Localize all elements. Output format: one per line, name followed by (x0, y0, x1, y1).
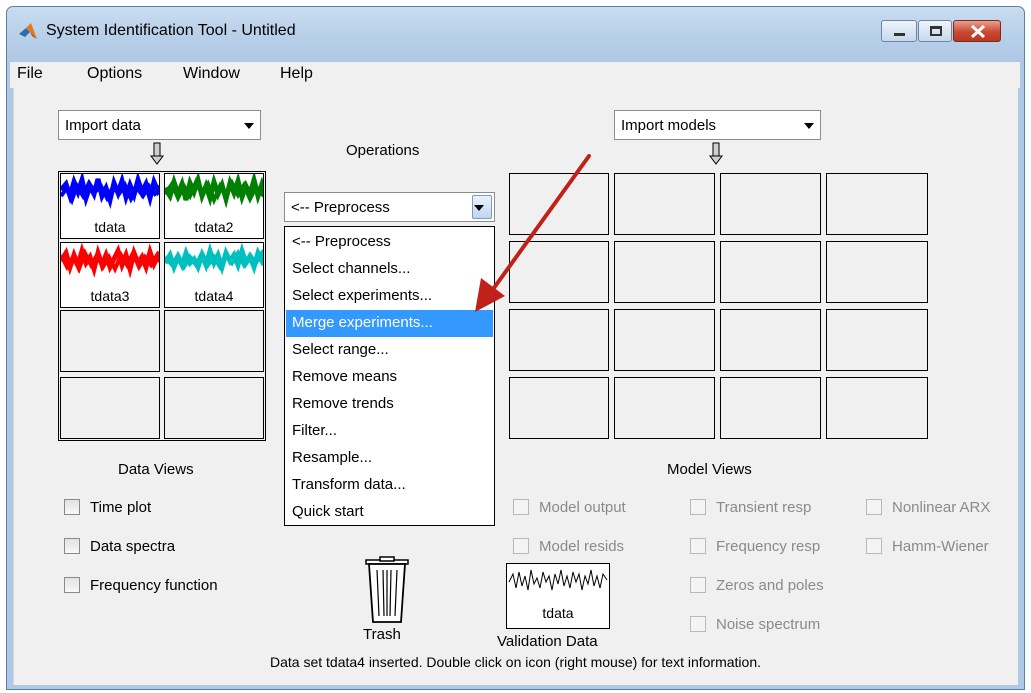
model-slot[interactable] (614, 309, 715, 371)
trash-label: Trash (363, 626, 401, 643)
data-slot[interactable] (60, 310, 160, 372)
operations-item[interactable]: Filter... (286, 418, 493, 445)
signal-plot-icon (61, 243, 159, 279)
noise-spectrum-checkbox[interactable] (690, 616, 706, 632)
close-icon (970, 25, 986, 38)
validation-data-slot[interactable]: tdata (506, 563, 610, 629)
zeros-poles-checkbox[interactable] (690, 577, 706, 593)
menu-bar (10, 62, 1020, 88)
model-slot[interactable] (720, 309, 821, 371)
signal-plot-icon (508, 569, 608, 591)
frequency-resp-label: Frequency resp (716, 538, 821, 555)
model-slot[interactable] (826, 241, 928, 303)
window-title: System Identification Tool - Untitled (46, 22, 296, 39)
model-slot[interactable] (614, 241, 715, 303)
signal-plot-icon (61, 174, 159, 210)
model-slot[interactable] (720, 241, 821, 303)
menu-file[interactable]: File (17, 65, 43, 83)
import-data-select[interactable]: Import data (58, 110, 261, 140)
menu-help[interactable]: Help (280, 65, 313, 83)
minimize-icon (894, 33, 905, 36)
validation-data-label: Validation Data (497, 633, 598, 650)
data-spectra-label: Data spectra (90, 538, 176, 555)
operations-title: Operations (346, 142, 420, 159)
model-slot[interactable] (720, 173, 821, 235)
data-icon-label: tdata2 (194, 219, 234, 235)
minimize-button[interactable] (881, 20, 917, 42)
menu-window[interactable]: Window (183, 65, 240, 83)
noise-spectrum-label: Noise spectrum (716, 616, 821, 633)
validation-data-name: tdata (542, 605, 574, 621)
operations-selected-label: <-- Preprocess (291, 199, 390, 216)
time-plot-label: Time plot (90, 499, 152, 516)
import-data-label: Import data (65, 117, 141, 134)
model-resids-label: Model resids (539, 538, 625, 555)
hamm-wiener-label: Hamm-Wiener (892, 538, 989, 555)
operations-item[interactable]: Remove trends (286, 391, 493, 418)
import-data-arrow-icon (150, 142, 164, 165)
model-output-label: Model output (539, 499, 626, 516)
model-resids-checkbox[interactable] (513, 538, 529, 554)
data-views-title: Data Views (118, 461, 194, 478)
menu-options[interactable]: Options (87, 65, 142, 83)
model-slot[interactable] (826, 309, 928, 371)
frequency-resp-checkbox[interactable] (690, 538, 706, 554)
chevron-down-icon (244, 123, 254, 129)
model-output-checkbox[interactable] (513, 499, 529, 515)
transient-resp-label: Transient resp (716, 499, 812, 516)
data-icon-tdata2[interactable]: tdata2 (164, 173, 264, 239)
transient-resp-checkbox[interactable] (690, 499, 706, 515)
model-slot[interactable] (509, 377, 609, 439)
data-icon-tdata4[interactable]: tdata4 (164, 242, 264, 308)
nonlinear-arx-label: Nonlinear ARX (892, 499, 991, 516)
operations-item[interactable]: Remove means (286, 364, 493, 391)
data-icon-label: tdata (94, 219, 126, 235)
model-slot[interactable] (826, 173, 928, 235)
operations-item[interactable]: Resample... (286, 445, 493, 472)
hamm-wiener-checkbox[interactable] (866, 538, 882, 554)
import-models-arrow-icon (709, 142, 723, 165)
zeros-poles-label: Zeros and poles (716, 577, 824, 594)
matlab-logo-icon (18, 22, 38, 42)
time-plot-checkbox[interactable] (64, 499, 80, 515)
model-views-title: Model Views (667, 461, 752, 478)
signal-plot-icon (165, 243, 263, 276)
data-icon-label: tdata4 (194, 288, 234, 304)
status-text: Data set tdata4 inserted. Double click o… (269, 654, 761, 670)
data-icon-label: tdata3 (90, 288, 130, 304)
chevron-down-icon (804, 123, 814, 129)
annotation-arrow-icon (475, 154, 591, 312)
maximize-icon (930, 26, 942, 36)
model-slot[interactable] (826, 377, 928, 439)
data-slot[interactable] (60, 377, 160, 439)
trash-icon[interactable] (364, 556, 410, 626)
model-slot[interactable] (614, 173, 715, 235)
data-icon-tdata3[interactable]: tdata3 (60, 242, 160, 308)
signal-plot-icon (165, 174, 263, 209)
data-slot[interactable] (164, 377, 264, 439)
data-spectra-checkbox[interactable] (64, 538, 80, 554)
operations-item[interactable]: Select range... (286, 337, 493, 364)
model-slot[interactable] (614, 377, 715, 439)
frequency-function-label: Frequency function (90, 577, 218, 594)
data-slot[interactable] (164, 310, 264, 372)
maximize-button[interactable] (918, 20, 952, 42)
operations-item[interactable]: Quick start (286, 499, 493, 526)
close-button[interactable] (953, 20, 1001, 42)
model-slot[interactable] (720, 377, 821, 439)
data-icon-tdata[interactable]: tdata (60, 173, 160, 239)
nonlinear-arx-checkbox[interactable] (866, 499, 882, 515)
frequency-function-checkbox[interactable] (64, 577, 80, 593)
import-models-select[interactable]: Import models (614, 110, 821, 140)
operations-item[interactable]: Transform data... (286, 472, 493, 499)
import-models-label: Import models (621, 117, 717, 134)
